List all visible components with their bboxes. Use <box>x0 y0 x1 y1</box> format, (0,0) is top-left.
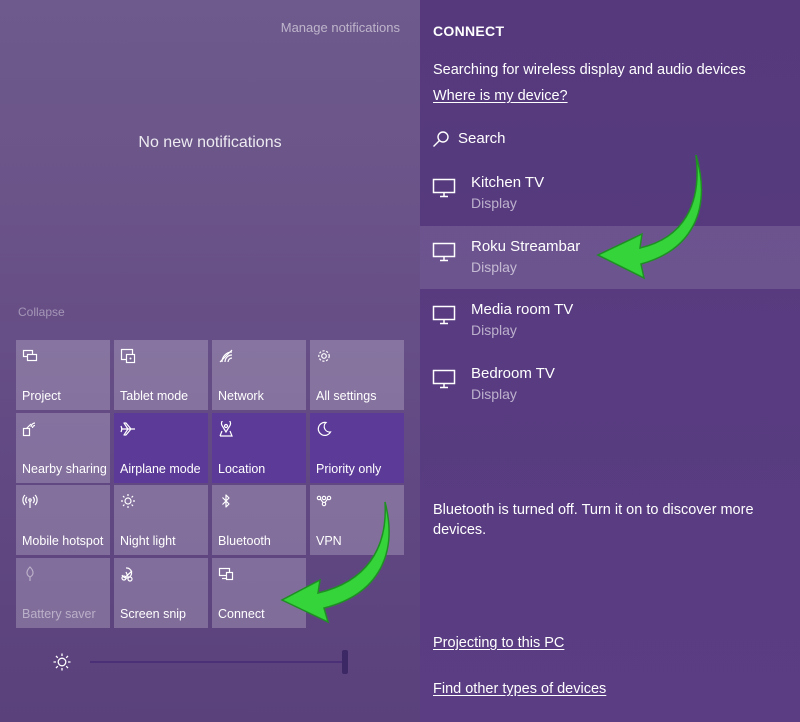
device-type: Display <box>471 385 517 402</box>
tile-label: Airplane mode <box>120 461 201 476</box>
monitor-icon <box>432 241 456 263</box>
tile-network[interactable]: Network <box>212 340 306 410</box>
collapse-link[interactable]: Collapse <box>18 305 65 319</box>
device-search[interactable]: Search <box>432 128 632 150</box>
gear-icon <box>316 348 332 364</box>
no-notifications-text: No new notifications <box>138 134 282 151</box>
brightness-slider[interactable] <box>90 650 348 674</box>
find-other-devices-link[interactable]: Find other types of devices <box>433 681 606 697</box>
tile-screen-snip[interactable]: Screen snip <box>114 557 208 628</box>
tile-label: All settings <box>316 389 377 403</box>
monitor-icon <box>432 177 456 199</box>
bluetooth-off-message: Bluetooth is turned off. Turn it on to d… <box>433 502 754 538</box>
tile-mobile-hotspot[interactable]: Mobile hotspot <box>16 485 110 555</box>
projecting-to-this-pc-link[interactable]: Projecting to this PC <box>433 635 564 651</box>
search-icon <box>432 130 450 148</box>
tile-location[interactable]: Location <box>212 412 306 483</box>
where-is-my-device-link[interactable]: Where is my device? <box>433 88 568 104</box>
device-name: Bedroom TV <box>471 364 555 382</box>
tile-priority-only[interactable]: Priority only <box>310 412 404 483</box>
tile-label: Project <box>22 389 61 403</box>
search-label: Search <box>458 130 506 147</box>
tile-project[interactable]: Project <box>16 340 110 410</box>
connect-panel: CONNECT Searching for wireless display a… <box>420 0 800 722</box>
airplane-icon <box>120 421 136 437</box>
tile-battery-saver[interactable]: Battery saver <box>16 557 110 628</box>
device-list: Kitchen TV Display Roku Streambar Displa… <box>420 162 800 416</box>
location-icon <box>218 420 234 437</box>
tile-connect[interactable]: Connect <box>212 557 306 628</box>
project-icon <box>22 348 38 364</box>
device-type: Display <box>471 322 517 338</box>
nearby-sharing-icon <box>22 421 38 437</box>
tile-label: Location <box>218 461 266 476</box>
tile-night-light[interactable]: Night light <box>114 485 208 555</box>
tile-label: Mobile hotspot <box>22 534 104 548</box>
battery-saver-icon <box>22 565 38 582</box>
action-center-panel: Manage notifications No new notification… <box>0 0 420 722</box>
brightness-icon <box>52 652 72 672</box>
tile-nearby-sharing[interactable]: Nearby sharing <box>16 412 110 483</box>
tile-tablet-mode[interactable]: Tablet mode <box>114 340 208 410</box>
tile-label: Night light <box>120 534 176 548</box>
monitor-icon <box>432 368 456 390</box>
tile-label: Nearby sharing <box>22 461 107 476</box>
bluetooth-icon <box>218 493 234 509</box>
device-item[interactable]: Roku Streambar Display <box>420 225 800 289</box>
brightness-slider-fill <box>90 661 348 663</box>
brightness-control <box>48 648 368 676</box>
tile-label: Battery saver <box>22 606 96 621</box>
connect-title: CONNECT <box>433 23 505 39</box>
searching-status-text: Searching for wireless display and audio… <box>433 62 746 78</box>
quick-actions-grid: Project Tablet mode Network All settings <box>16 340 404 628</box>
tile-label: Screen snip <box>120 606 187 621</box>
tile-all-settings[interactable]: All settings <box>310 340 404 410</box>
tile-label: Connect <box>218 606 265 621</box>
tile-label: Network <box>218 389 264 403</box>
tablet-mode-icon <box>120 348 136 364</box>
vpn-icon <box>316 493 332 509</box>
screen-snip-icon <box>120 566 136 582</box>
device-type: Display <box>471 258 517 275</box>
monitor-icon <box>432 304 456 326</box>
tile-label: Priority only <box>316 461 382 476</box>
brightness-slider-thumb[interactable] <box>342 650 348 674</box>
device-item[interactable]: Kitchen TV Display <box>420 162 800 226</box>
moon-icon <box>316 421 332 437</box>
tile-label: VPN <box>316 534 342 548</box>
network-icon <box>218 348 234 364</box>
device-type: Display <box>471 195 517 211</box>
tile-label: Bluetooth <box>218 534 271 548</box>
device-name: Kitchen TV <box>471 174 545 191</box>
tile-label: Tablet mode <box>120 389 189 403</box>
manage-notifications-link[interactable]: Manage notifications <box>281 20 400 35</box>
tile-airplane-mode[interactable]: Airplane mode <box>114 412 208 483</box>
device-name: Roku Streambar <box>471 237 581 255</box>
device-item[interactable]: Bedroom TV Display <box>420 353 800 417</box>
tile-vpn[interactable]: VPN <box>310 485 404 555</box>
device-item[interactable]: Media room TV Display <box>420 289 800 353</box>
device-name: Media room TV <box>471 301 574 318</box>
hotspot-icon <box>22 493 38 509</box>
connect-icon <box>218 566 234 582</box>
sun-icon <box>120 493 136 509</box>
tile-bluetooth[interactable]: Bluetooth <box>212 485 306 555</box>
